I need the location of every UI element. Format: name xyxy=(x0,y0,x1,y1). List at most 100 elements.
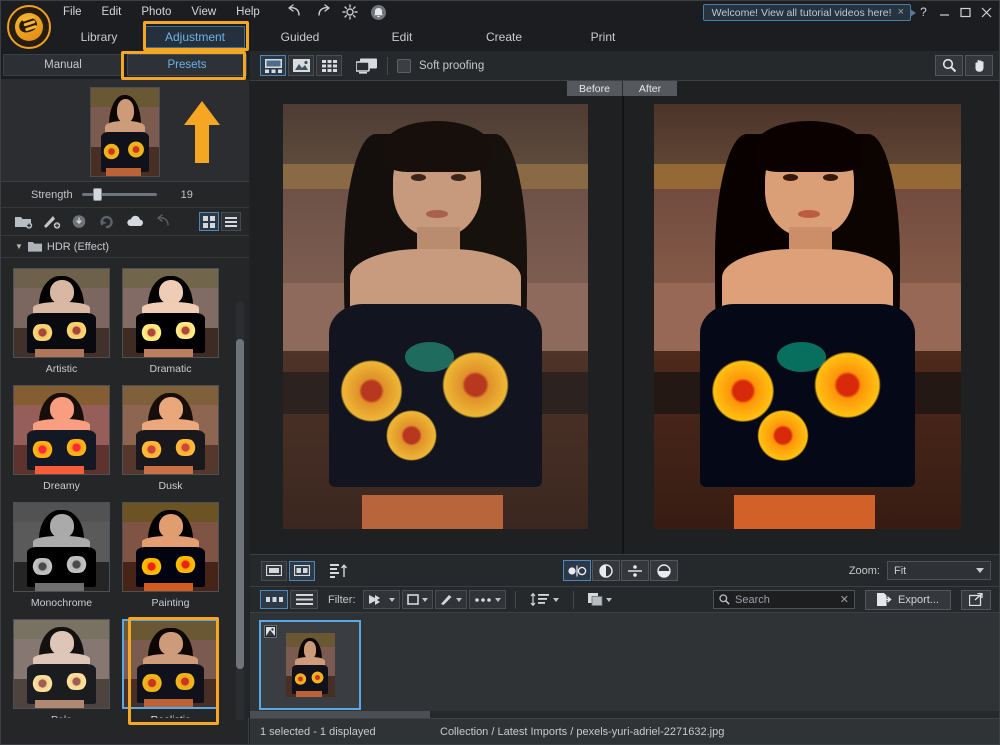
chevron-down-icon[interactable] xyxy=(389,598,395,602)
search-input[interactable]: Search xyxy=(735,594,835,606)
strength-slider[interactable] xyxy=(82,193,157,196)
tab-adjustment[interactable]: Adjustment xyxy=(145,26,245,48)
gear-icon[interactable] xyxy=(342,4,360,20)
filmstrip-scrollbar-thumb[interactable] xyxy=(250,711,430,718)
grid-photo-view-icon[interactable] xyxy=(316,55,342,76)
after-photo[interactable] xyxy=(654,104,961,529)
status-bar: 1 selected - 1 displayed Collection / La… xyxy=(250,718,1000,745)
add-preset-icon[interactable] xyxy=(38,211,64,233)
redo-icon[interactable] xyxy=(314,4,332,20)
undo-icon[interactable] xyxy=(286,4,304,20)
list-view-icon[interactable] xyxy=(221,212,241,231)
notification-close-icon[interactable]: × xyxy=(898,7,904,18)
list-view-icon[interactable] xyxy=(290,590,318,609)
zoom-select[interactable]: Fit xyxy=(887,561,991,580)
tab-print[interactable]: Print xyxy=(571,26,635,48)
before-tab[interactable]: Before xyxy=(567,81,622,96)
preset-item-monochrome[interactable]: Monochrome xyxy=(13,502,110,610)
preset-group-header[interactable]: ▼ HDR (Effect) xyxy=(1,236,249,258)
compare-top-bottom-icon[interactable] xyxy=(621,560,649,581)
browser-view-buttons xyxy=(260,590,318,609)
preset-list[interactable]: Artistic DramaticDreamyDuskMonochromePain… xyxy=(1,258,249,718)
preset-thumbnail xyxy=(13,268,110,358)
hand-pan-icon[interactable] xyxy=(965,55,993,76)
compare-side-by-side-icon[interactable] xyxy=(563,560,591,581)
subtab-presets[interactable]: Presets xyxy=(127,54,247,76)
preset-thumbnail xyxy=(13,619,110,709)
copy-dropdown[interactable] xyxy=(583,590,617,609)
preset-scrollbar[interactable] xyxy=(236,301,244,721)
preset-thumbnail xyxy=(13,502,110,592)
compare-split-icon[interactable] xyxy=(592,560,620,581)
menu-photo[interactable]: Photo xyxy=(131,3,181,21)
preset-item-dreamy[interactable]: Dreamy xyxy=(13,385,110,493)
second-monitor-icon[interactable] xyxy=(356,58,378,74)
before-photo[interactable] xyxy=(283,104,588,529)
notification-banner[interactable]: Welcome! View all tutorial videos here! … xyxy=(703,4,911,21)
maximize-button[interactable] xyxy=(955,1,976,23)
help-button[interactable]: ? xyxy=(913,1,934,23)
preset-grid: Artistic DramaticDreamyDuskMonochromePain… xyxy=(1,258,249,718)
refresh-preset-icon[interactable] xyxy=(94,211,120,233)
sort-dropdown[interactable] xyxy=(525,590,564,609)
rating-filter-dropdown[interactable] xyxy=(402,590,433,609)
compare-split-horizontal-icon[interactable] xyxy=(650,560,678,581)
chevron-down-icon[interactable] xyxy=(976,568,984,573)
preset-scrollbar-thumb[interactable] xyxy=(236,339,244,669)
search-icon xyxy=(719,594,730,605)
preset-label: Artistic xyxy=(13,362,110,376)
list-item[interactable] xyxy=(259,620,361,710)
menu-edit[interactable]: Edit xyxy=(92,3,132,21)
zoom-magnifier-icon[interactable] xyxy=(935,55,963,76)
subtab-manual[interactable]: Manual xyxy=(3,54,123,76)
tab-library[interactable]: Library xyxy=(63,26,135,48)
after-tab[interactable]: After xyxy=(622,81,677,96)
chevron-down-icon[interactable] xyxy=(456,598,462,602)
edit-filter-dropdown[interactable] xyxy=(435,590,467,609)
preset-item-realistic[interactable]: Realistic xyxy=(122,619,219,718)
menu-file[interactable]: File xyxy=(53,3,92,21)
reset-preset-icon[interactable] xyxy=(150,211,176,233)
chevron-down-icon[interactable] xyxy=(606,598,612,602)
menu-help[interactable]: Help xyxy=(226,3,270,21)
preset-item-dramatic[interactable]: Dramatic xyxy=(122,268,219,376)
tab-guided[interactable]: Guided xyxy=(263,26,337,48)
filmstrip-scrollbar[interactable] xyxy=(250,711,1000,718)
search-box[interactable]: Search ✕ xyxy=(713,590,855,609)
more-filter-dropdown[interactable] xyxy=(469,590,506,609)
search-clear-icon[interactable]: ✕ xyxy=(840,593,849,606)
strength-slider-knob[interactable] xyxy=(93,188,102,201)
flag-filter-dropdown[interactable] xyxy=(363,590,400,609)
share-icon[interactable] xyxy=(961,590,991,610)
zoom-control: Zoom: Fit xyxy=(849,561,991,580)
preset-item-dusk[interactable]: Dusk xyxy=(122,385,219,493)
filmstrip-view-icon[interactable] xyxy=(260,55,286,76)
tab-edit[interactable]: Edit xyxy=(369,26,435,48)
preview-photo xyxy=(91,88,159,176)
preset-item-pale[interactable]: Pale xyxy=(13,619,110,718)
chevron-down-icon[interactable] xyxy=(495,598,501,602)
chevron-down-icon[interactable] xyxy=(422,598,428,602)
split-pane-layout-icon[interactable] xyxy=(289,561,315,581)
toolbar-divider xyxy=(387,57,388,75)
single-pane-layout-icon[interactable] xyxy=(261,561,287,581)
export-button[interactable]: Export... xyxy=(865,590,951,610)
download-preset-icon[interactable] xyxy=(66,211,92,233)
strength-label: Strength xyxy=(31,189,73,201)
grid-view-icon[interactable] xyxy=(199,212,219,231)
preset-item-painting[interactable]: Painting xyxy=(122,502,219,610)
sort-order-icon[interactable] xyxy=(325,561,353,581)
menu-view[interactable]: View xyxy=(181,3,226,21)
chevron-down-icon[interactable]: ▼ xyxy=(15,242,23,251)
tab-create[interactable]: Create xyxy=(469,26,539,48)
bell-icon[interactable] xyxy=(370,4,388,20)
add-folder-icon[interactable] xyxy=(10,211,36,233)
single-photo-view-icon[interactable] xyxy=(288,55,314,76)
preset-item-artistic[interactable]: Artistic xyxy=(13,268,110,376)
soft-proofing-checkbox[interactable] xyxy=(397,59,411,73)
cloud-preset-icon[interactable] xyxy=(122,211,148,233)
thumbnail-view-icon[interactable] xyxy=(260,590,288,609)
minimize-button[interactable] xyxy=(934,1,955,23)
chevron-down-icon[interactable] xyxy=(553,598,559,602)
close-button[interactable] xyxy=(976,1,997,23)
